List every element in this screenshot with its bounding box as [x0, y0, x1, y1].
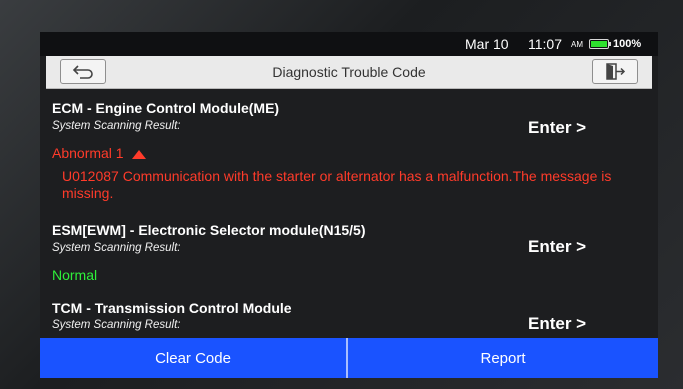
enter-button-ecm[interactable]: Enter > [528, 118, 638, 144]
status-abnormal[interactable]: Abnormal 1 [52, 145, 146, 161]
dtc-description: U012087 Communication with the starter o… [62, 168, 612, 201]
module-list: ECM - Engine Control Module(ME) System S… [40, 90, 658, 342]
scan-result-label: System Scanning Result: [52, 319, 181, 331]
bottom-action-bar: Clear Code Report [40, 338, 658, 378]
battery-level [591, 41, 607, 47]
report-button[interactable]: Report [348, 338, 658, 378]
battery-icon [589, 39, 611, 49]
scan-result-label: System Scanning Result: [52, 242, 181, 254]
module-name: ESM[EWM] - Electronic Selector module(N1… [52, 222, 366, 238]
status-time: 11:07 [528, 36, 562, 52]
status-bar: Mar 10 11:07 AM 100% [40, 32, 658, 56]
page-title: Diagnostic Trouble Code [272, 64, 426, 80]
exit-door-icon [606, 63, 626, 80]
collapse-arrow-icon [131, 149, 146, 159]
scan-result-label: System Scanning Result: [52, 120, 181, 132]
battery-percent: 100% [613, 38, 642, 50]
module-name: TCM - Transmission Control Module [52, 300, 292, 316]
enter-button-tcm[interactable]: Enter > [528, 314, 638, 340]
app-screen: Mar 10 11:07 AM 100% Diagnostic Trouble … [40, 32, 658, 378]
status-date: Mar 10 [465, 36, 509, 52]
status-text: Abnormal 1 [52, 145, 124, 161]
clear-code-button[interactable]: Clear Code [40, 338, 346, 378]
module-name: ECM - Engine Control Module(ME) [52, 100, 280, 116]
title-bar: Diagnostic Trouble Code [46, 56, 652, 89]
exit-button[interactable] [592, 59, 638, 84]
status-ampm: AM [571, 40, 583, 49]
status-normal: Normal [52, 267, 98, 283]
enter-button-esm[interactable]: Enter > [528, 237, 638, 263]
